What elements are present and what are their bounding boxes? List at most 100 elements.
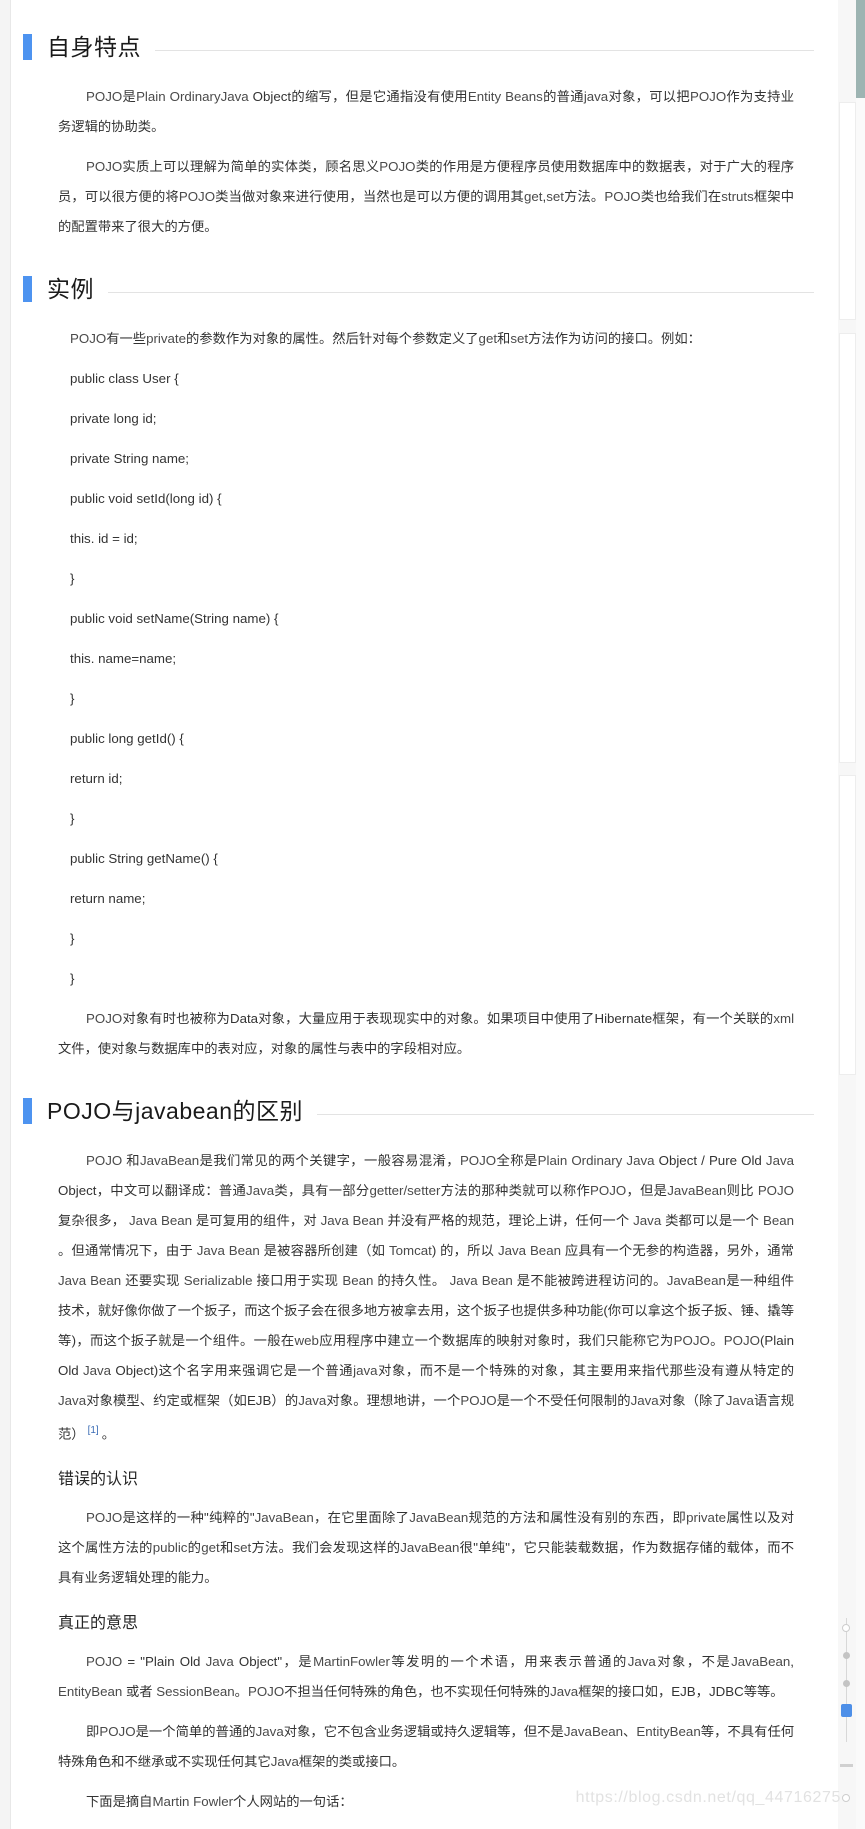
inline-term: JavaBean — [409, 1510, 469, 1526]
inline-term: public — [152, 1540, 188, 1556]
inline-term: POJO — [590, 1183, 627, 1198]
inline-term: Java — [725, 1393, 754, 1408]
inline-term: Java — [270, 1754, 299, 1770]
paragraph: POJO实质上可以理解为简单的实体类，顾名思义POJO类的作用是方便程序员使用数… — [58, 159, 795, 234]
inline-link[interactable]: EJB — [247, 1393, 271, 1408]
inline-term: Bean — [342, 1273, 374, 1288]
article-body: 自身特点 POJO是Plain OrdinaryJava Object的缩写，但… — [11, 0, 838, 1829]
inline-link[interactable]: 业务逻辑 — [85, 1570, 138, 1585]
inline-term: POJO — [247, 1684, 285, 1700]
inline-term: Martin Fowler — [152, 1794, 234, 1810]
inline-link[interactable]: 参数 — [412, 331, 439, 346]
scrollbar-track[interactable] — [856, 0, 865, 1829]
heading-accent-bar — [23, 276, 32, 302]
heading-text: 实例 — [47, 276, 94, 302]
inline-link[interactable]: Data — [230, 1011, 258, 1026]
code-line: } — [70, 571, 75, 586]
progress-node[interactable] — [842, 1794, 850, 1802]
inline-term: Tomcat — [388, 1243, 432, 1258]
code-line: return id; — [70, 771, 123, 786]
paragraph: 即POJO是一个简单的普通的Java对象，它不包含业务逻辑或持久逻辑等，但不是J… — [58, 1724, 795, 1770]
inline-term: Java — [205, 1654, 234, 1670]
inline-term: Java — [630, 1393, 659, 1408]
inline-term: Java — [82, 1363, 112, 1378]
inline-link[interactable]: 框架 — [754, 189, 781, 204]
inline-link[interactable]: 框架 — [193, 1393, 220, 1408]
inline-term: Java — [58, 1393, 87, 1408]
inline-link[interactable]: 框架 — [652, 1011, 679, 1026]
inline-term: Java Bean — [129, 1213, 193, 1228]
inline-term: POJO — [689, 89, 727, 104]
inline-link[interactable]: EJB — [671, 1684, 695, 1699]
inline-term: Java — [298, 1393, 327, 1408]
rail-card[interactable] — [839, 102, 856, 320]
inline-term: JavaBean — [254, 1510, 314, 1526]
inline-term: POJO — [86, 1011, 123, 1026]
code-line: public void setId(long id) { — [70, 491, 222, 506]
inline-link[interactable]: 框架 — [578, 1684, 605, 1699]
inline-term: POJO — [604, 189, 641, 204]
inline-link[interactable]: 框架 — [299, 1754, 326, 1769]
scrollbar-thumb[interactable] — [856, 0, 865, 98]
inline-term: java — [353, 1363, 378, 1378]
code-line: public class User { — [70, 371, 179, 386]
inline-term: MartinFowler — [313, 1654, 390, 1670]
paragraph: POJO是这样的一种"纯粹的"JavaBean，在它里面除了JavaBean规范… — [58, 1510, 795, 1586]
code-line: public void setName(String name) { — [70, 611, 279, 626]
heading-rule — [155, 49, 814, 51]
code-line: } — [70, 931, 75, 946]
inline-term: set — [546, 189, 564, 204]
inline-term: EntityBean — [636, 1724, 701, 1740]
progress-node[interactable] — [843, 1652, 850, 1659]
inline-term: Serializable — [183, 1273, 253, 1288]
inline-term: Java Bean — [320, 1213, 384, 1228]
example-intro: POJO有一些private的参数作为对象的属性。然后针对每个参数定义了get和… — [70, 331, 701, 346]
code-line: } — [70, 971, 75, 986]
inline-term: SessionBean — [156, 1684, 235, 1700]
code-line: this. name=name; — [70, 651, 177, 666]
progress-node-active[interactable] — [841, 1704, 852, 1717]
inline-term: JavaBean — [140, 1153, 200, 1168]
inline-link[interactable]: 业务逻辑 — [377, 1724, 430, 1739]
inline-term: Bean — [762, 1213, 795, 1228]
inline-term: private — [146, 331, 187, 346]
section-heading-example: 实例 — [11, 272, 814, 306]
inline-term: Java — [765, 1153, 795, 1168]
inline-term: set — [233, 1540, 252, 1556]
code-line: this. id = id; — [70, 531, 138, 546]
subsection-heading-true-meaning: 真正的意思 — [58, 1615, 139, 1633]
footnote-reference[interactable]: [1] — [85, 1425, 102, 1436]
inline-link[interactable]: 参数 — [199, 331, 226, 346]
inline-term: Plain Ordinary — [537, 1153, 623, 1168]
section-heading-pojo-vs-javabean: POJO与javabean的区别 — [11, 1094, 814, 1128]
progress-node[interactable] — [843, 1680, 850, 1687]
inline-term: POJO — [86, 1510, 123, 1526]
inline-term: java — [583, 89, 609, 104]
inline-term: Entity Beans — [467, 89, 543, 104]
rail-card[interactable] — [839, 333, 856, 763]
inline-term: xml — [773, 1011, 795, 1026]
example-outro: POJO对象有时也被称为Data对象，大量应用于表现现实中的对象。如果项目中使用… — [58, 1011, 795, 1056]
inline-term: Java — [255, 1724, 284, 1740]
left-gutter — [0, 0, 11, 1829]
paragraph: POJO = "Plain Old Java Object"，是MartinFo… — [58, 1654, 794, 1700]
inline-term: Java — [633, 1213, 662, 1228]
inline-term: POJO — [86, 159, 123, 174]
inline-term: POJO — [178, 189, 216, 204]
rail-card[interactable] — [839, 775, 856, 1075]
inline-term: Java — [627, 1654, 656, 1670]
inline-link[interactable]: Hibernate — [594, 1011, 652, 1026]
inline-term: Java Bean — [196, 1243, 260, 1258]
inline-term: Java Bean — [497, 1243, 561, 1258]
inline-link[interactable]: JDBC — [709, 1684, 744, 1699]
inline-term: POJO — [86, 1654, 123, 1670]
paragraph-main: POJO 和JavaBean是我们常见的两个关键字，一般容易混淆，POJO全称是… — [58, 1153, 795, 1442]
inline-term: JavaBean — [563, 1724, 624, 1740]
inline-term: POJO — [673, 1333, 710, 1348]
inline-term: Java — [550, 1684, 579, 1700]
inline-term: POJO — [86, 1153, 123, 1168]
reading-progress-widget[interactable] — [840, 1612, 854, 1802]
progress-node[interactable] — [842, 1624, 850, 1632]
inline-term: POJO — [70, 331, 107, 346]
heading-rule — [108, 291, 814, 293]
